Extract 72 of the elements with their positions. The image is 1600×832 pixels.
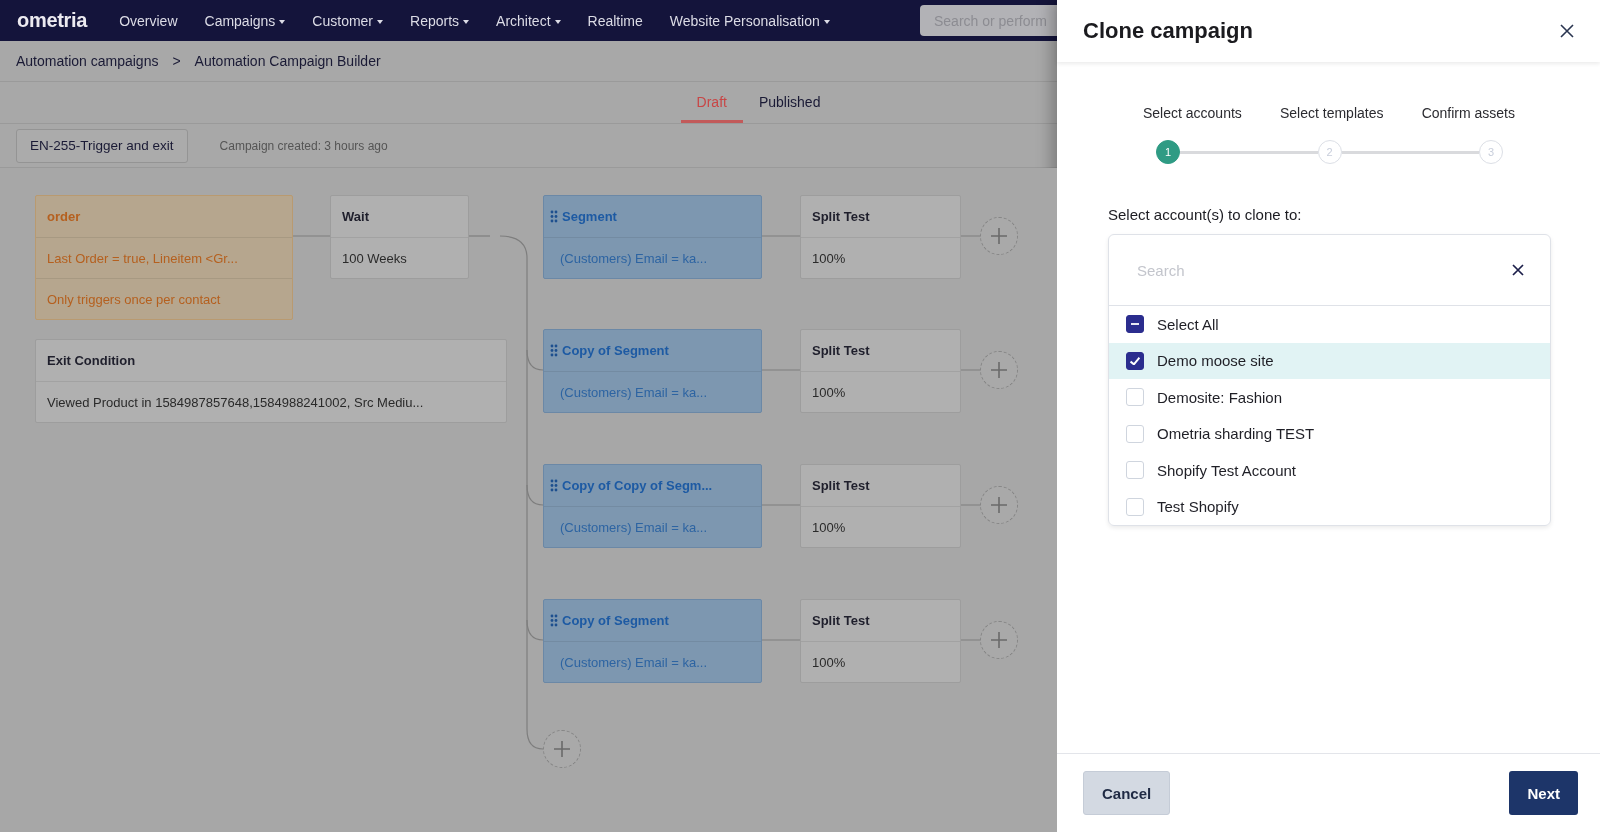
node-title: Copy of Copy of Segm... [562, 478, 713, 493]
node-title: Copy of Segment [562, 343, 669, 358]
node-title: order [46, 208, 82, 226]
breadcrumb-link[interactable]: Automation campaigns [16, 53, 159, 69]
split-test-node[interactable]: Split Test 100% [800, 599, 961, 683]
node-title: Split Test [811, 612, 871, 630]
drag-handle-icon[interactable] [550, 344, 558, 357]
exit-condition-node[interactable]: Exit Condition Viewed Product in 1584987857648,1584988241002, Src Mediu... [35, 339, 507, 423]
clear-icon[interactable] [1512, 264, 1524, 276]
node-value: Viewed Product in 1584987857648,1584988241002, Src Mediu... [36, 381, 506, 422]
logo[interactable]: ometria [17, 9, 88, 32]
node-condition: (Customers) Email = ka... [544, 237, 761, 278]
step-label: Confirm assets [1421, 105, 1515, 121]
account-option[interactable]: Test Shopify [1109, 488, 1550, 525]
node-condition: (Customers) Email = ka... [544, 506, 761, 547]
nav-menu-item[interactable]: Overview [119, 12, 178, 29]
account-option[interactable]: Demo moose site [1109, 342, 1550, 379]
nav-menu-item[interactable]: Architect [496, 12, 561, 29]
step-label: Select templates [1280, 105, 1384, 121]
node-title: Exit Condition [46, 352, 137, 370]
node-title: Split Test [811, 477, 871, 495]
select-all-option[interactable]: Select All [1109, 306, 1550, 343]
wait-node[interactable]: Wait 100 Weeks [330, 195, 469, 279]
plus-icon [989, 226, 1009, 246]
node-value: 100% [801, 371, 960, 412]
node-title: Wait [341, 208, 370, 226]
node-condition: Last Order = true, Lineitem <Gr... [36, 237, 292, 278]
check-icon [1130, 356, 1140, 365]
next-button[interactable]: Next [1509, 771, 1578, 815]
step-label: Select accounts [1143, 105, 1242, 121]
node-title: Segment [562, 209, 617, 224]
field-label: Select account(s) to clone to: [1108, 206, 1303, 223]
checkbox[interactable] [1126, 351, 1144, 370]
drag-handle-icon[interactable] [550, 479, 558, 492]
nav-menu-item[interactable]: Realtime [587, 12, 643, 29]
account-option[interactable]: Demosite: Fashion [1109, 379, 1550, 416]
cancel-button[interactable]: Cancel [1083, 771, 1171, 815]
node-value: 100% [801, 506, 960, 547]
account-option[interactable]: Shopify Test Account [1109, 452, 1550, 489]
split-test-node[interactable]: Split Test 100% [800, 329, 961, 413]
nav-menu-item[interactable]: Customer [312, 12, 384, 29]
node-value: 100% [801, 641, 960, 682]
minus-icon [1131, 323, 1139, 326]
panel-title: Clone campaign [1083, 18, 1253, 44]
plus-icon [989, 495, 1009, 515]
node-title: Split Test [811, 208, 871, 226]
node-title: Copy of Segment [562, 613, 669, 628]
drag-handle-icon[interactable] [550, 614, 558, 627]
nav-menu-item[interactable]: Website Personalisation [669, 12, 830, 29]
breadcrumb-separator: > [172, 53, 181, 69]
campaign-name-button[interactable]: EN-255-Trigger and exit [16, 128, 188, 163]
node-condition: (Customers) Email = ka... [544, 641, 761, 682]
node-condition: (Customers) Email = ka... [544, 371, 761, 412]
created-time-text: Campaign created: 3 hours ago [219, 138, 388, 153]
plus-icon [989, 630, 1009, 650]
plus-icon [989, 360, 1009, 380]
node-value: 100 Weeks [331, 237, 468, 278]
drag-handle-icon[interactable] [550, 210, 558, 223]
step-indicator: 1 [1156, 140, 1180, 164]
split-test-node[interactable]: Split Test 100% [800, 195, 961, 279]
tab[interactable]: Published [742, 82, 837, 123]
plus-icon [552, 739, 572, 759]
breadcrumb-current: Automation Campaign Builder [194, 53, 381, 69]
node-value: 100% [801, 237, 960, 278]
checkbox[interactable] [1126, 315, 1144, 334]
nav-menu-item[interactable]: Reports [410, 12, 470, 29]
account-option[interactable]: Ometria sharding TEST [1109, 415, 1550, 452]
node-condition: Only triggers once per contact [36, 278, 292, 319]
split-test-node[interactable]: Split Test 100% [800, 464, 961, 548]
nav-menu-item[interactable]: Campaigns [204, 12, 286, 29]
node-title: Split Test [811, 342, 871, 360]
close-icon[interactable] [1560, 24, 1574, 38]
